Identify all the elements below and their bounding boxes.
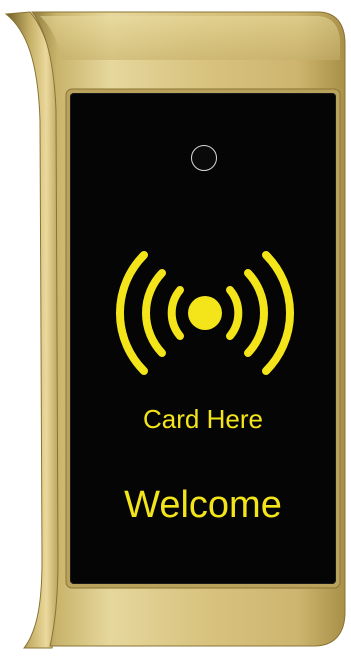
welcome-message: Welcome (124, 484, 282, 526)
sensor-ring-icon (191, 145, 217, 171)
card-here-label: Card Here (143, 404, 263, 434)
rfid-wave-icon (115, 251, 295, 375)
card-lock-device: Card Here Welcome (0, 0, 351, 659)
